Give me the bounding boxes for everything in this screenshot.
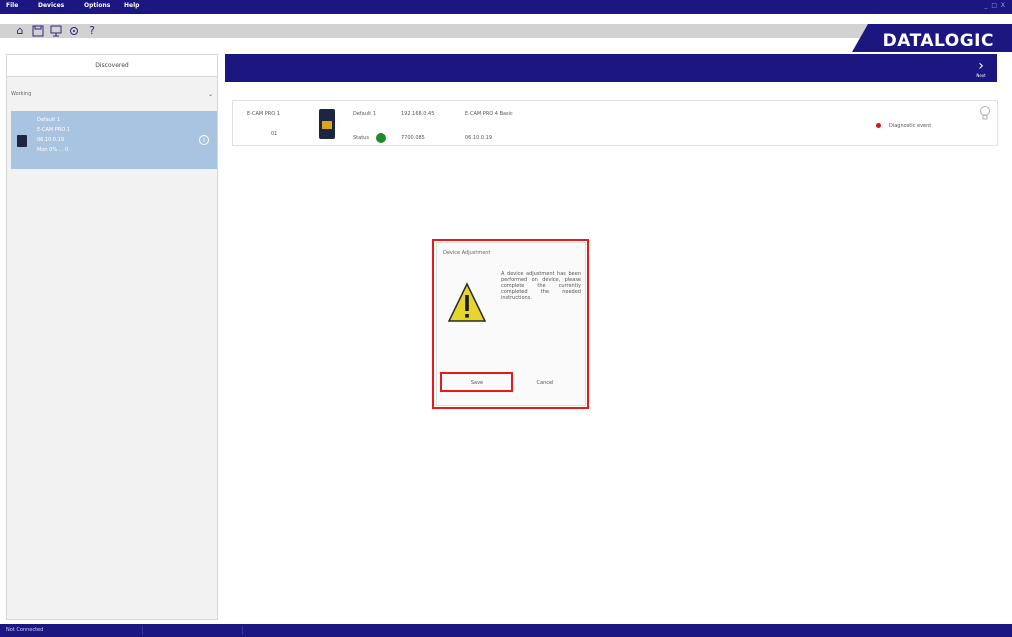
window-controls[interactable]: _ □ X xyxy=(984,2,1006,9)
device-info-panel: E-CAM PRO 1 01 Default 1 Status 192.168.… xyxy=(232,100,998,146)
device-version: 06.10.0.19 xyxy=(37,137,65,143)
main-header-bar: › Next xyxy=(225,54,997,82)
device-name: Default 1 xyxy=(37,117,61,123)
status-divider xyxy=(142,626,143,635)
menu-options[interactable]: Options xyxy=(84,2,110,10)
save-icon[interactable] xyxy=(32,25,44,37)
tab-discovered[interactable]: Discovered xyxy=(7,55,217,77)
home-icon[interactable]: ⌂ xyxy=(14,25,26,37)
device-detail: Mon 0% ... 0 xyxy=(37,147,69,153)
cancel-button[interactable]: Cancel xyxy=(525,377,565,389)
device-sidebar: Discovered Working ⌄ Default 1 E-CAM PRO… xyxy=(6,54,218,620)
device-image xyxy=(319,109,335,139)
brand-logo: DATALOGIC xyxy=(882,31,994,51)
menu-help[interactable]: Help xyxy=(124,2,139,10)
save-button[interactable]: Save xyxy=(457,377,497,389)
help-icon[interactable]: ? xyxy=(86,25,98,37)
toolbar-strip xyxy=(0,24,1012,38)
menu-file[interactable]: File xyxy=(6,2,18,10)
device-name-label: Default 1 xyxy=(353,111,377,117)
device-mac: 7700.085 xyxy=(401,135,425,141)
device-firmware: 06.10.0.19 xyxy=(465,135,493,141)
device-thumbnail xyxy=(17,135,27,147)
next-label: Next xyxy=(976,73,986,78)
info-icon[interactable]: i xyxy=(199,135,209,145)
settings-icon[interactable] xyxy=(68,25,80,37)
menu-devices[interactable]: Devices xyxy=(38,2,64,10)
connection-status: Not Connected xyxy=(6,627,44,633)
alert-label[interactable]: Diagnostic event xyxy=(889,123,931,129)
warning-icon xyxy=(447,282,487,322)
status-divider xyxy=(242,626,243,635)
sidebar-filter[interactable]: Working ⌄ xyxy=(11,91,213,101)
alert-indicator xyxy=(876,123,881,128)
next-button[interactable]: › Next xyxy=(973,58,989,78)
toolbar: ⌂ ? DATALOGIC xyxy=(0,14,1012,52)
device-model-label: E-CAM PRO 1 xyxy=(247,111,280,117)
dialog-title: Device Adjustment xyxy=(443,250,491,256)
device-description: E-CAM PRO 4 Basic xyxy=(465,111,513,117)
device-list-item[interactable]: Default 1 E-CAM PRO 1 06.10.0.19 Mon 0% … xyxy=(11,111,217,169)
menu-bar: File Devices Options Help _ □ X xyxy=(0,0,1012,14)
chevron-right-icon: › xyxy=(978,58,984,74)
dialog-message: A device adjustment has been performed o… xyxy=(501,271,581,301)
status-bar: Not Connected xyxy=(0,624,1012,637)
lightbulb-icon[interactable] xyxy=(979,105,991,121)
device-model: E-CAM PRO 1 xyxy=(37,127,70,133)
chevron-down-icon: ⌄ xyxy=(207,91,213,98)
device-ip: 192.168.0.45 xyxy=(401,111,435,117)
device-index: 01 xyxy=(271,131,278,137)
status-led xyxy=(376,133,386,143)
monitor-icon[interactable] xyxy=(50,25,62,37)
device-adjustment-dialog: Device Adjustment A device adjustment ha… xyxy=(436,242,586,406)
device-status-label: Status xyxy=(353,135,369,141)
sidebar-filter-label: Working xyxy=(11,91,32,97)
